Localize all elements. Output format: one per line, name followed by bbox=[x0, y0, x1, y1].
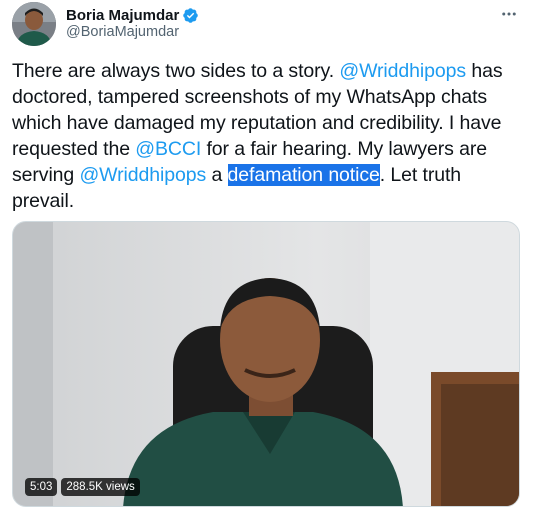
tweet-text: There are always two sides to a story. @… bbox=[12, 58, 527, 214]
tweet-card[interactable]: Boria Majumdar @BoriaMajumdar There are … bbox=[0, 0, 539, 524]
selected-text: defamation notice bbox=[227, 164, 380, 186]
video-player[interactable]: 5:03 288.5K views bbox=[12, 221, 520, 507]
author-display-name[interactable]: Boria Majumdar bbox=[66, 7, 179, 24]
video-duration-badge: 5:03 bbox=[25, 478, 58, 496]
mention-link-wriddhipops[interactable]: @Wriddhipops bbox=[339, 60, 466, 82]
verified-badge-icon bbox=[182, 7, 199, 24]
video-frame bbox=[13, 222, 519, 506]
mention-link-bcci[interactable]: @BCCI bbox=[135, 138, 201, 160]
tweet-text-segment: There are always two sides to a story. bbox=[12, 60, 340, 82]
tweet-text-segment: a bbox=[206, 164, 228, 186]
more-horizontal-icon[interactable] bbox=[497, 2, 521, 26]
profile-avatar[interactable] bbox=[12, 2, 56, 46]
video-views-badge: 288.5K views bbox=[61, 478, 140, 496]
mention-link-wriddhipops[interactable]: @Wriddhipops bbox=[79, 164, 206, 186]
author-handle[interactable]: @BoriaMajumdar bbox=[66, 24, 179, 40]
